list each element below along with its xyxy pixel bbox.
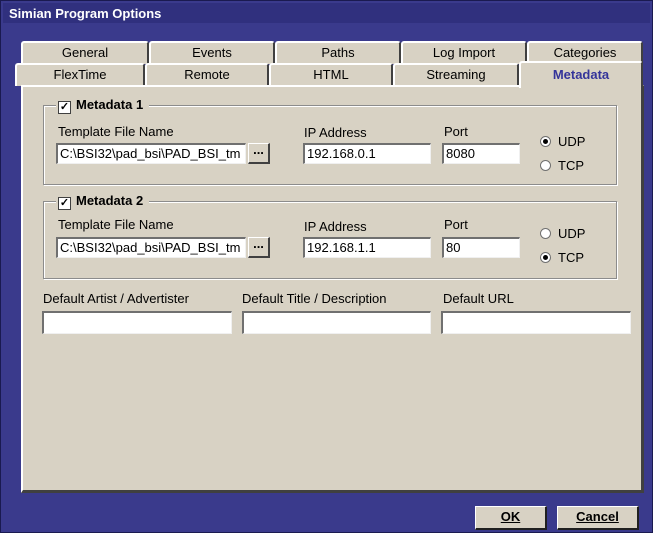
ip-address-label: IP Address bbox=[304, 125, 367, 140]
title-bar[interactable]: Simian Program Options bbox=[3, 3, 650, 23]
ok-button[interactable]: OK bbox=[475, 506, 547, 530]
field-value: C:\BSI32\pad_bsi\PAD_BSI_tm bbox=[60, 146, 241, 161]
ip-address-input-1[interactable]: 192.168.0.1 bbox=[303, 143, 431, 164]
tab-label: General bbox=[61, 45, 109, 60]
tab-events[interactable]: Events bbox=[149, 41, 275, 64]
tab-label: FlexTime bbox=[53, 67, 107, 82]
port-input-2[interactable]: 80 bbox=[442, 237, 520, 258]
tab-label: HTML bbox=[313, 67, 349, 82]
browse-label: ... bbox=[253, 142, 264, 157]
tab-general[interactable]: General bbox=[21, 41, 149, 64]
metadata1-checkbox[interactable]: ✓ bbox=[58, 101, 71, 114]
radio-dot bbox=[540, 160, 551, 171]
tab-metadata[interactable]: Metadata bbox=[519, 61, 643, 88]
field-value: 192.168.0.1 bbox=[307, 146, 376, 161]
default-url-label: Default URL bbox=[443, 291, 514, 306]
metadata1-header[interactable]: ✓ Metadata 1 bbox=[56, 96, 150, 114]
default-title-label: Default Title / Description bbox=[242, 291, 387, 306]
tab-label: Log Import bbox=[432, 45, 496, 60]
default-artist-label: Default Artist / Advertister bbox=[43, 291, 189, 306]
tab-remote[interactable]: Remote bbox=[145, 63, 269, 86]
port-label: Port bbox=[444, 217, 468, 232]
field-value: C:\BSI32\pad_bsi\PAD_BSI_tm bbox=[60, 240, 241, 255]
udp-radio-2[interactable]: UDP bbox=[540, 226, 585, 241]
tab-label: Streaming bbox=[426, 67, 486, 82]
radio-dot bbox=[540, 228, 551, 239]
metadata1-label: Metadata 1 bbox=[76, 97, 144, 112]
field-value: 192.168.1.1 bbox=[307, 240, 376, 255]
tab-label: Categories bbox=[553, 45, 617, 60]
tab-label: Events bbox=[192, 45, 232, 60]
radio-label: TCP bbox=[558, 250, 584, 265]
cancel-label: Cancel bbox=[576, 509, 619, 524]
browse-button-1[interactable]: ... bbox=[248, 143, 270, 164]
ok-label: OK bbox=[500, 509, 521, 524]
tab-paths[interactable]: Paths bbox=[275, 41, 401, 64]
port-input-1[interactable]: 8080 bbox=[442, 143, 520, 164]
cancel-button[interactable]: Cancel bbox=[557, 506, 639, 530]
window-title: Simian Program Options bbox=[9, 6, 162, 21]
tcp-radio-1[interactable]: TCP bbox=[540, 158, 584, 173]
tab-label: Remote bbox=[184, 67, 230, 82]
default-artist-input[interactable] bbox=[42, 311, 232, 334]
metadata2-header[interactable]: ✓ Metadata 2 bbox=[56, 192, 150, 210]
tab-label: Metadata bbox=[552, 67, 610, 82]
default-title-input[interactable] bbox=[242, 311, 431, 334]
ip-address-label: IP Address bbox=[304, 219, 367, 234]
radio-dot bbox=[540, 136, 551, 147]
template-file-label: Template File Name bbox=[58, 124, 174, 139]
field-value: 80 bbox=[446, 240, 461, 255]
radio-label: UDP bbox=[558, 134, 586, 149]
template-file-input-2[interactable]: C:\BSI32\pad_bsi\PAD_BSI_tm bbox=[56, 237, 246, 258]
metadata1-group: ✓ Metadata 1 Template File Name C:\BSI32\… bbox=[43, 96, 617, 185]
ip-address-input-2[interactable]: 192.168.1.1 bbox=[303, 237, 431, 258]
metadata2-group: ✓ Metadata 2 Template File Name C:\BSI32\… bbox=[43, 192, 617, 279]
tab-streaming[interactable]: Streaming bbox=[393, 63, 519, 86]
metadata2-checkbox[interactable]: ✓ bbox=[58, 197, 71, 210]
tab-html[interactable]: HTML bbox=[269, 63, 393, 86]
tcp-radio-2[interactable]: TCP bbox=[540, 250, 584, 265]
radio-label: UDP bbox=[558, 226, 586, 241]
field-value: 8080 bbox=[446, 146, 475, 161]
browse-label: ... bbox=[253, 236, 264, 251]
options-window: Simian Program Options General Events Pa… bbox=[0, 0, 653, 533]
metadata2-label: Metadata 2 bbox=[76, 193, 144, 208]
template-file-input-1[interactable]: C:\BSI32\pad_bsi\PAD_BSI_tm bbox=[56, 143, 246, 164]
default-url-input[interactable] bbox=[441, 311, 631, 334]
browse-button-2[interactable]: ... bbox=[248, 237, 270, 258]
port-label: Port bbox=[444, 124, 468, 139]
udp-radio-1[interactable]: UDP bbox=[540, 134, 585, 149]
tab-flextime[interactable]: FlexTime bbox=[15, 63, 145, 86]
template-file-label: Template File Name bbox=[58, 217, 174, 232]
tab-label: Paths bbox=[321, 45, 355, 60]
tab-log-import[interactable]: Log Import bbox=[401, 41, 527, 64]
radio-label: TCP bbox=[558, 158, 584, 173]
radio-dot bbox=[540, 252, 551, 263]
metadata-panel: ✓ Metadata 1 Template File Name C:\BSI32\… bbox=[21, 85, 644, 493]
